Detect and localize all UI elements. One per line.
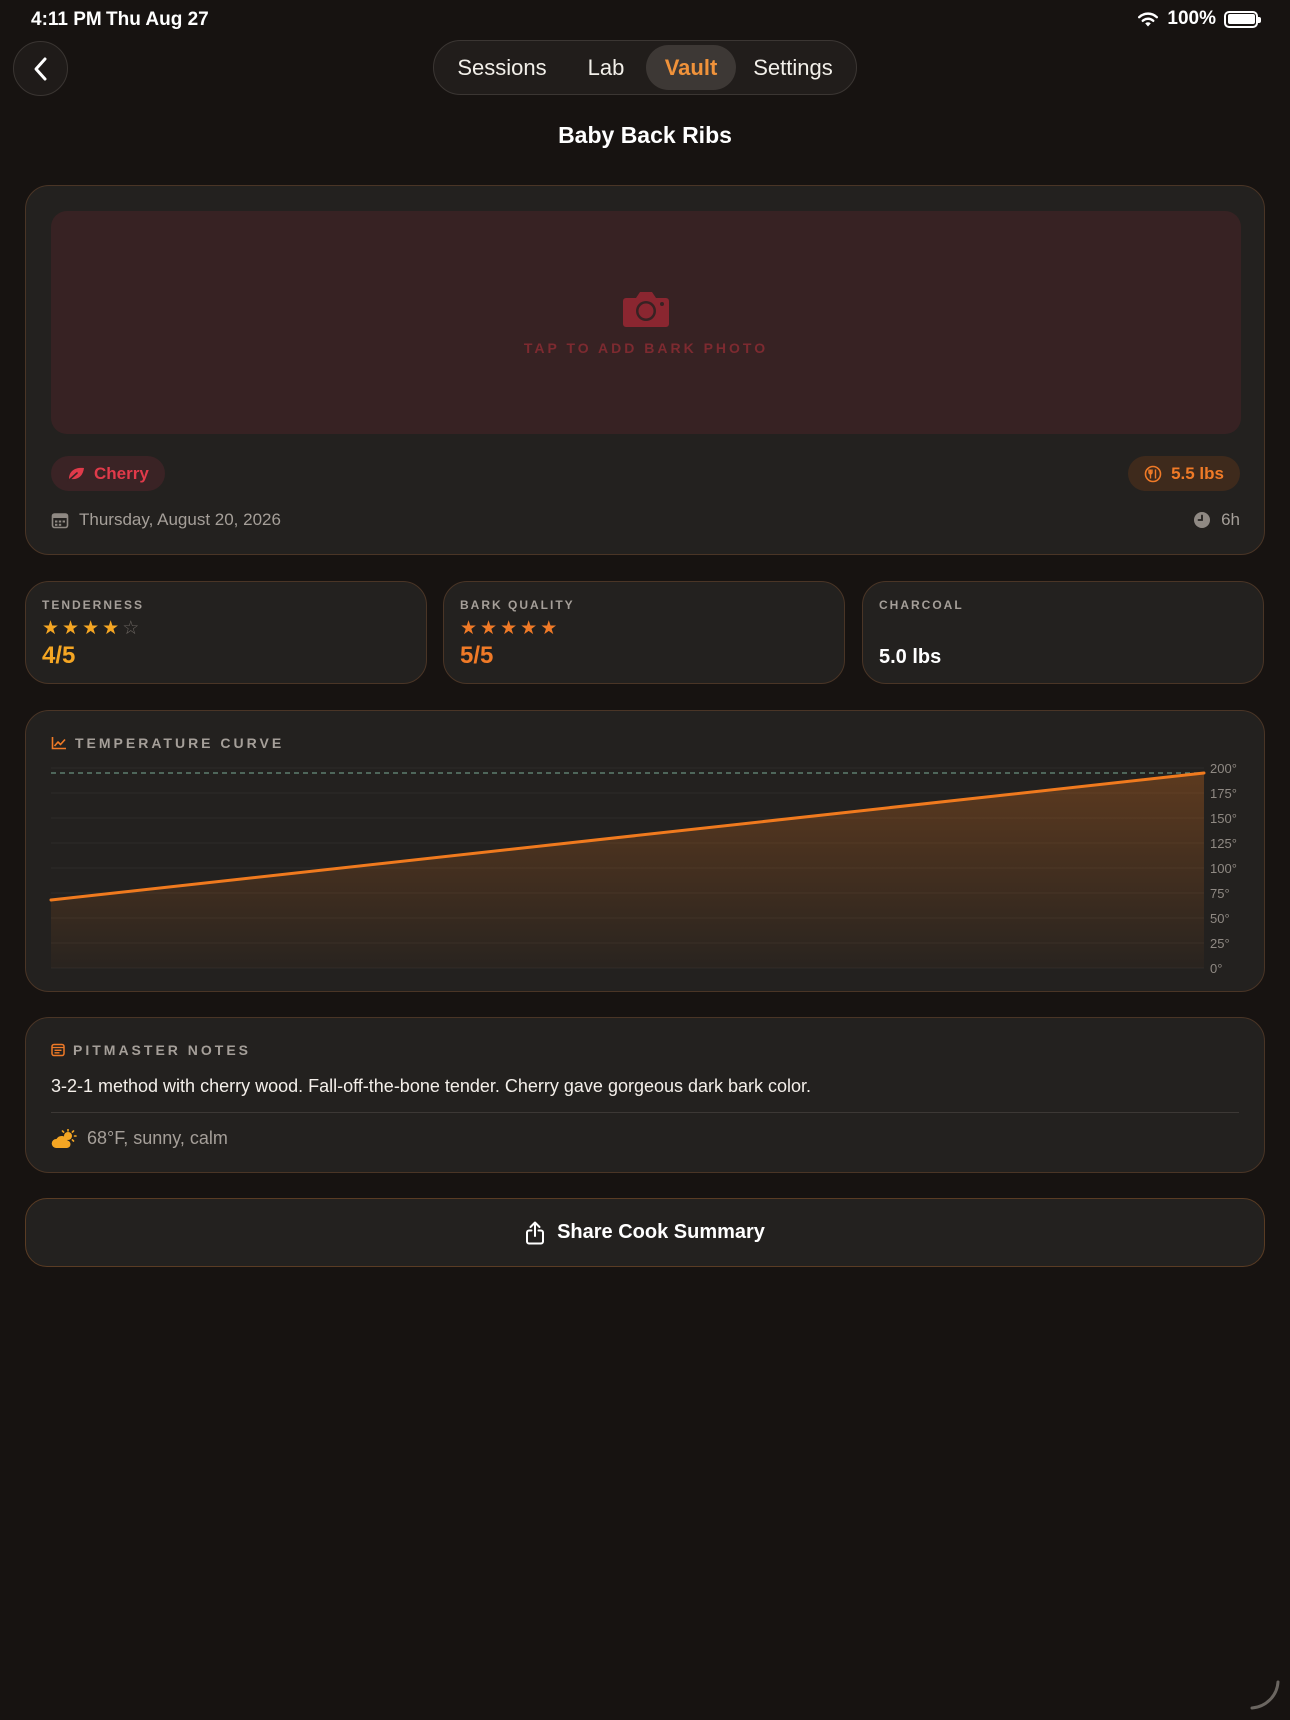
utensils-icon <box>1144 465 1162 482</box>
cook-duration: 6h <box>1193 510 1240 530</box>
tab-bar: Sessions Lab Vault Settings <box>433 40 857 95</box>
wood-type-badge: Cherry <box>51 456 165 491</box>
cook-summary-card: TAP TO ADD BARK PHOTO Cherry 5.5 lbs Thu… <box>25 185 1265 555</box>
tab-sessions[interactable]: Sessions <box>438 45 566 90</box>
bark-quality-stars: ★ ★ ★ ★ ★ <box>460 617 557 640</box>
share-cook-summary-button[interactable]: Share Cook Summary <box>25 1198 1265 1267</box>
temperature-chart-card: TEMPERATURE CURVE 200° 175° 150° 125° 100° 75… <box>25 710 1265 992</box>
y-tick-label: 50° <box>1210 911 1230 926</box>
bark-quality-label: BARK QUALITY <box>460 598 575 612</box>
clock-icon <box>1194 512 1211 528</box>
notes-divider <box>51 1112 1239 1113</box>
tab-settings[interactable]: Settings <box>736 45 850 90</box>
weather-text: 68°F, sunny, calm <box>87 1128 228 1148</box>
status-date: Thu Aug 27 <box>106 9 209 30</box>
star-filled-icon: ★ <box>42 618 60 639</box>
y-tick-label: 25° <box>1210 936 1230 951</box>
notes-text: 3-2-1 method with cherry wood. Fall-off-… <box>51 1076 812 1096</box>
notes-icon <box>51 1043 65 1057</box>
resize-handle-icon <box>1250 1680 1280 1710</box>
star-filled-icon: ★ <box>82 618 100 639</box>
back-button[interactable] <box>13 41 68 96</box>
y-tick-label: 100° <box>1210 861 1237 876</box>
share-label: Share Cook Summary <box>557 1221 765 1243</box>
tab-lab[interactable]: Lab <box>566 45 646 90</box>
share-icon <box>526 1221 545 1244</box>
charcoal-value: 5.0 lbs <box>879 646 942 668</box>
temperature-area <box>51 773 1204 968</box>
status-indicators: 100% <box>1137 8 1261 30</box>
star-filled-icon: ★ <box>460 618 478 639</box>
notes-heading: PITMASTER NOTES <box>51 1042 251 1058</box>
cook-date: Thursday, August 20, 2026 <box>51 510 281 530</box>
battery-icon <box>1224 10 1261 28</box>
meat-weight-label: 5.5 lbs <box>1171 463 1224 483</box>
cook-duration-text: 6h <box>1221 510 1240 529</box>
camera-icon <box>623 291 669 327</box>
notes-title: PITMASTER NOTES <box>73 1042 252 1058</box>
wifi-icon <box>1138 11 1159 26</box>
weather-info: 68°F, sunny, calm <box>51 1128 228 1149</box>
page-title: Baby Back Ribs <box>558 122 732 148</box>
partly-sunny-icon <box>51 1128 77 1148</box>
star-empty-icon: ☆ <box>122 618 140 639</box>
tenderness-value: 4/5 <box>42 642 76 669</box>
tenderness-card: TENDERNESS ★ ★ ★ ★ ☆ 4/5 <box>25 581 427 684</box>
star-filled-icon: ★ <box>62 618 80 639</box>
cook-date-text: Thursday, August 20, 2026 <box>79 510 281 529</box>
star-filled-icon: ★ <box>520 618 538 639</box>
wood-type-label: Cherry <box>94 463 149 483</box>
star-filled-icon: ★ <box>480 618 498 639</box>
pitmaster-notes-card: PITMASTER NOTES 3-2-1 method with cherry… <box>25 1017 1265 1173</box>
y-tick-label: 75° <box>1210 886 1230 901</box>
star-filled-icon: ★ <box>500 618 518 639</box>
y-tick-label: 175° <box>1210 786 1237 801</box>
bark-quality-value: 5/5 <box>460 642 494 669</box>
star-filled-icon: ★ <box>540 618 558 639</box>
meat-weight-badge: 5.5 lbs <box>1128 456 1240 491</box>
y-tick-label: 150° <box>1210 811 1237 826</box>
charcoal-card: CHARCOAL 5.0 lbs <box>862 581 1264 684</box>
battery-percent: 100% <box>1167 8 1216 29</box>
y-tick-label: 0° <box>1210 961 1222 976</box>
temperature-chart: 200° 175° 150° 125° 100° 75° 50° 25° 0° <box>49 761 1237 976</box>
tenderness-label: TENDERNESS <box>42 598 145 612</box>
status-time: 4:11 PM <box>31 9 102 30</box>
add-photo-area[interactable]: TAP TO ADD BARK PHOTO <box>51 211 1241 434</box>
chevron-left-icon <box>34 57 46 80</box>
status-bar: 4:11 PM Thu Aug 27 100% <box>0 0 1290 40</box>
leaf-icon <box>67 467 84 482</box>
tab-vault[interactable]: Vault <box>646 45 736 90</box>
star-filled-icon: ★ <box>102 618 120 639</box>
charcoal-label: CHARCOAL <box>879 598 964 612</box>
calendar-icon <box>51 512 69 528</box>
y-tick-label: 200° <box>1210 761 1237 776</box>
tenderness-stars: ★ ★ ★ ★ ☆ <box>42 617 139 640</box>
bark-quality-card: BARK QUALITY ★ ★ ★ ★ ★ 5/5 <box>443 581 845 684</box>
add-photo-label: TAP TO ADD BARK PHOTO <box>523 339 769 356</box>
y-tick-label: 125° <box>1210 836 1237 851</box>
